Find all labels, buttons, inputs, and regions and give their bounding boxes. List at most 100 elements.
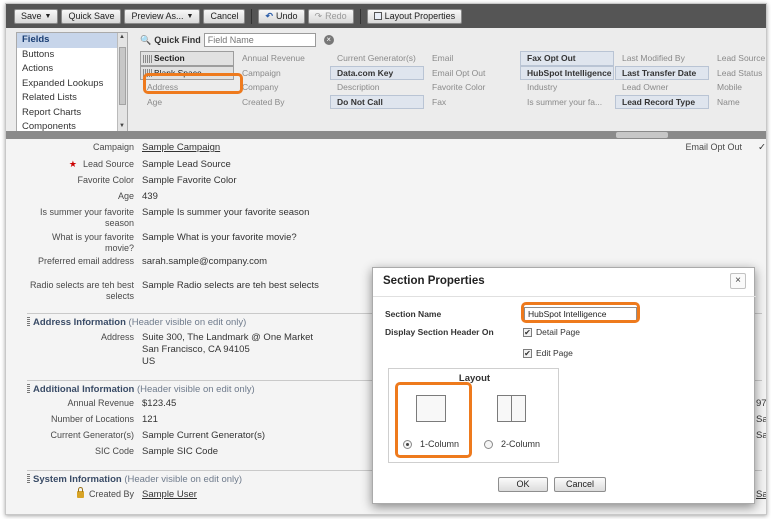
quick-save-button[interactable]: Quick Save: [61, 8, 122, 24]
address-line[interactable]: San Francisco, CA 94105: [142, 344, 250, 355]
category-scrollbar[interactable]: ▲ ▼: [117, 33, 127, 131]
field-value[interactable]: 121: [142, 414, 158, 425]
grip-icon: [143, 54, 152, 63]
field-value[interactable]: Sample Radio selects are teh best select…: [142, 280, 319, 291]
checkbox-checked-icon[interactable]: ✔: [523, 348, 532, 358]
field-value[interactable]: Sa: [756, 489, 766, 500]
splitter-handle[interactable]: [616, 132, 668, 138]
palette-field[interactable]: Annual Revenue: [235, 51, 329, 66]
chevron-down-icon: ▼: [186, 12, 194, 20]
category-buttons[interactable]: Buttons: [17, 48, 127, 63]
field-label: Annual Revenue: [67, 398, 134, 408]
checkbox-checked-icon[interactable]: ✔: [523, 327, 532, 337]
field-value[interactable]: $123.45: [142, 398, 176, 409]
palette-field[interactable]: Favorite Color: [425, 80, 519, 95]
drag-handle-icon[interactable]: [27, 474, 30, 483]
palette-field[interactable]: Campaign: [235, 66, 329, 81]
category-report-charts[interactable]: Report Charts: [17, 106, 127, 121]
field-value[interactable]: Sample Current Generator(s): [142, 430, 265, 441]
radio-unselected-icon[interactable]: [484, 439, 493, 449]
palette-field[interactable]: Fax: [425, 95, 519, 110]
field-value[interactable]: Sample Is summer your favorite season: [142, 207, 309, 218]
field-value[interactable]: 97: [756, 398, 766, 409]
palette-field[interactable]: Email Opt Out: [425, 66, 519, 81]
quick-find-input[interactable]: [203, 33, 316, 47]
palette-field[interactable]: Current Generator(s): [330, 51, 424, 66]
field-label: ★ Lead Source: [68, 159, 134, 169]
field-label: Is summer your favorite season: [39, 207, 134, 228]
two-column-icon[interactable]: [497, 395, 526, 422]
field-label: Created By: [26, 487, 134, 500]
category-actions[interactable]: Actions: [17, 62, 127, 77]
field-value[interactable]: 439: [142, 191, 158, 202]
palette-field[interactable]: HubSpot Intelligence: [520, 65, 614, 80]
palette-field[interactable]: Lead Status: [710, 66, 766, 81]
field-value[interactable]: sarah.sample@company.com: [142, 256, 267, 267]
field-label: Campaign: [92, 142, 134, 152]
category-related-lists[interactable]: Related Lists: [17, 91, 127, 106]
cancel-button[interactable]: Cancel: [203, 8, 246, 24]
palette-field[interactable]: Fax Opt Out: [520, 51, 614, 66]
palette-field[interactable]: Mobile: [710, 80, 766, 95]
undo-button[interactable]: ↶ Undo: [258, 8, 305, 24]
palette-field[interactable]: Description: [330, 80, 424, 95]
chevron-down-icon[interactable]: ▼: [45, 10, 52, 23]
palette-field[interactable]: Email: [425, 51, 519, 66]
quick-find-label: Quick Find: [154, 35, 201, 45]
address-line[interactable]: US: [142, 356, 155, 367]
cancel-button[interactable]: Cancel: [554, 477, 606, 492]
palette-field[interactable]: Last Modified By: [615, 51, 709, 66]
layout-properties-button[interactable]: Layout Properties: [366, 8, 463, 24]
detail-page-checkbox[interactable]: ✔ Detail Page: [523, 327, 580, 337]
two-column-radio[interactable]: 2-Column: [484, 439, 540, 449]
drag-handle-icon[interactable]: [27, 384, 30, 393]
save-button[interactable]: Save ▼: [14, 8, 59, 24]
section-properties-dialog: Section Properties × Section Name Displa…: [372, 267, 756, 504]
ok-button[interactable]: OK: [498, 477, 548, 492]
palette-field[interactable]: Do Not Call: [330, 94, 424, 109]
checkbox-value: ✓: [758, 142, 766, 153]
palette-field[interactable]: Age: [140, 95, 234, 110]
palette-field[interactable]: Name: [710, 95, 766, 110]
palette-field[interactable]: Company: [235, 80, 329, 95]
palette-field[interactable]: Last Transfer Date: [615, 65, 709, 80]
field-label: Number of Locations: [50, 414, 134, 424]
redo-button[interactable]: ↷ Redo: [307, 8, 354, 24]
clear-icon[interactable]: ×: [323, 35, 334, 45]
drag-handle-icon[interactable]: [27, 317, 30, 326]
field-value[interactable]: Sample Favorite Color: [142, 175, 237, 186]
field-value[interactable]: Sa: [756, 414, 766, 425]
search-icon: 🔍: [140, 34, 152, 45]
palette-field[interactable]: Is summer your fa...: [520, 95, 614, 110]
field-label: Address: [100, 332, 134, 342]
field-value[interactable]: Sample Lead Source: [142, 159, 231, 170]
toolbar-divider: [251, 8, 253, 24]
field-value[interactable]: Sample Campaign: [142, 142, 220, 153]
display-header-label: Display Section Header On: [385, 327, 494, 337]
highlight-section-name: [521, 302, 640, 323]
dialog-title: Section Properties: [383, 275, 485, 287]
palette-item-section[interactable]: Section: [140, 51, 234, 66]
address-line[interactable]: Suite 300, The Landmark @ One Market: [142, 332, 313, 343]
palette-field[interactable]: Lead Source: [710, 51, 766, 66]
category-expanded-lookups[interactable]: Expanded Lookups: [17, 77, 127, 92]
palette-field[interactable]: Lead Owner: [615, 80, 709, 95]
close-icon[interactable]: ×: [730, 273, 746, 289]
palette-field[interactable]: Data.com Key: [330, 65, 424, 80]
palette-field[interactable]: Created By: [235, 95, 329, 110]
dialog-divider: [373, 296, 756, 297]
editor-toolbar: Save ▼ Quick Save Preview As... ▼ Cancel ↶…: [6, 4, 766, 28]
field-value[interactable]: Sa: [756, 430, 766, 441]
field-value[interactable]: Sample User: [142, 489, 197, 500]
edit-page-checkbox[interactable]: ✔ Edit Page: [523, 348, 573, 358]
palette-field[interactable]: Industry: [520, 80, 614, 95]
field-value[interactable]: Sample What is your favorite movie?: [142, 232, 297, 243]
scrollbar-thumb[interactable]: [119, 47, 126, 105]
scroll-up-icon[interactable]: ▲: [119, 34, 125, 40]
preview-as-button[interactable]: Preview As... ▼: [124, 8, 201, 24]
category-fields[interactable]: Fields: [17, 33, 127, 48]
palette-field[interactable]: Lead Record Type: [615, 94, 709, 109]
scroll-down-icon[interactable]: ▼: [119, 123, 125, 129]
palette-splitter[interactable]: [6, 131, 766, 139]
field-value[interactable]: Sample SIC Code: [142, 446, 218, 457]
